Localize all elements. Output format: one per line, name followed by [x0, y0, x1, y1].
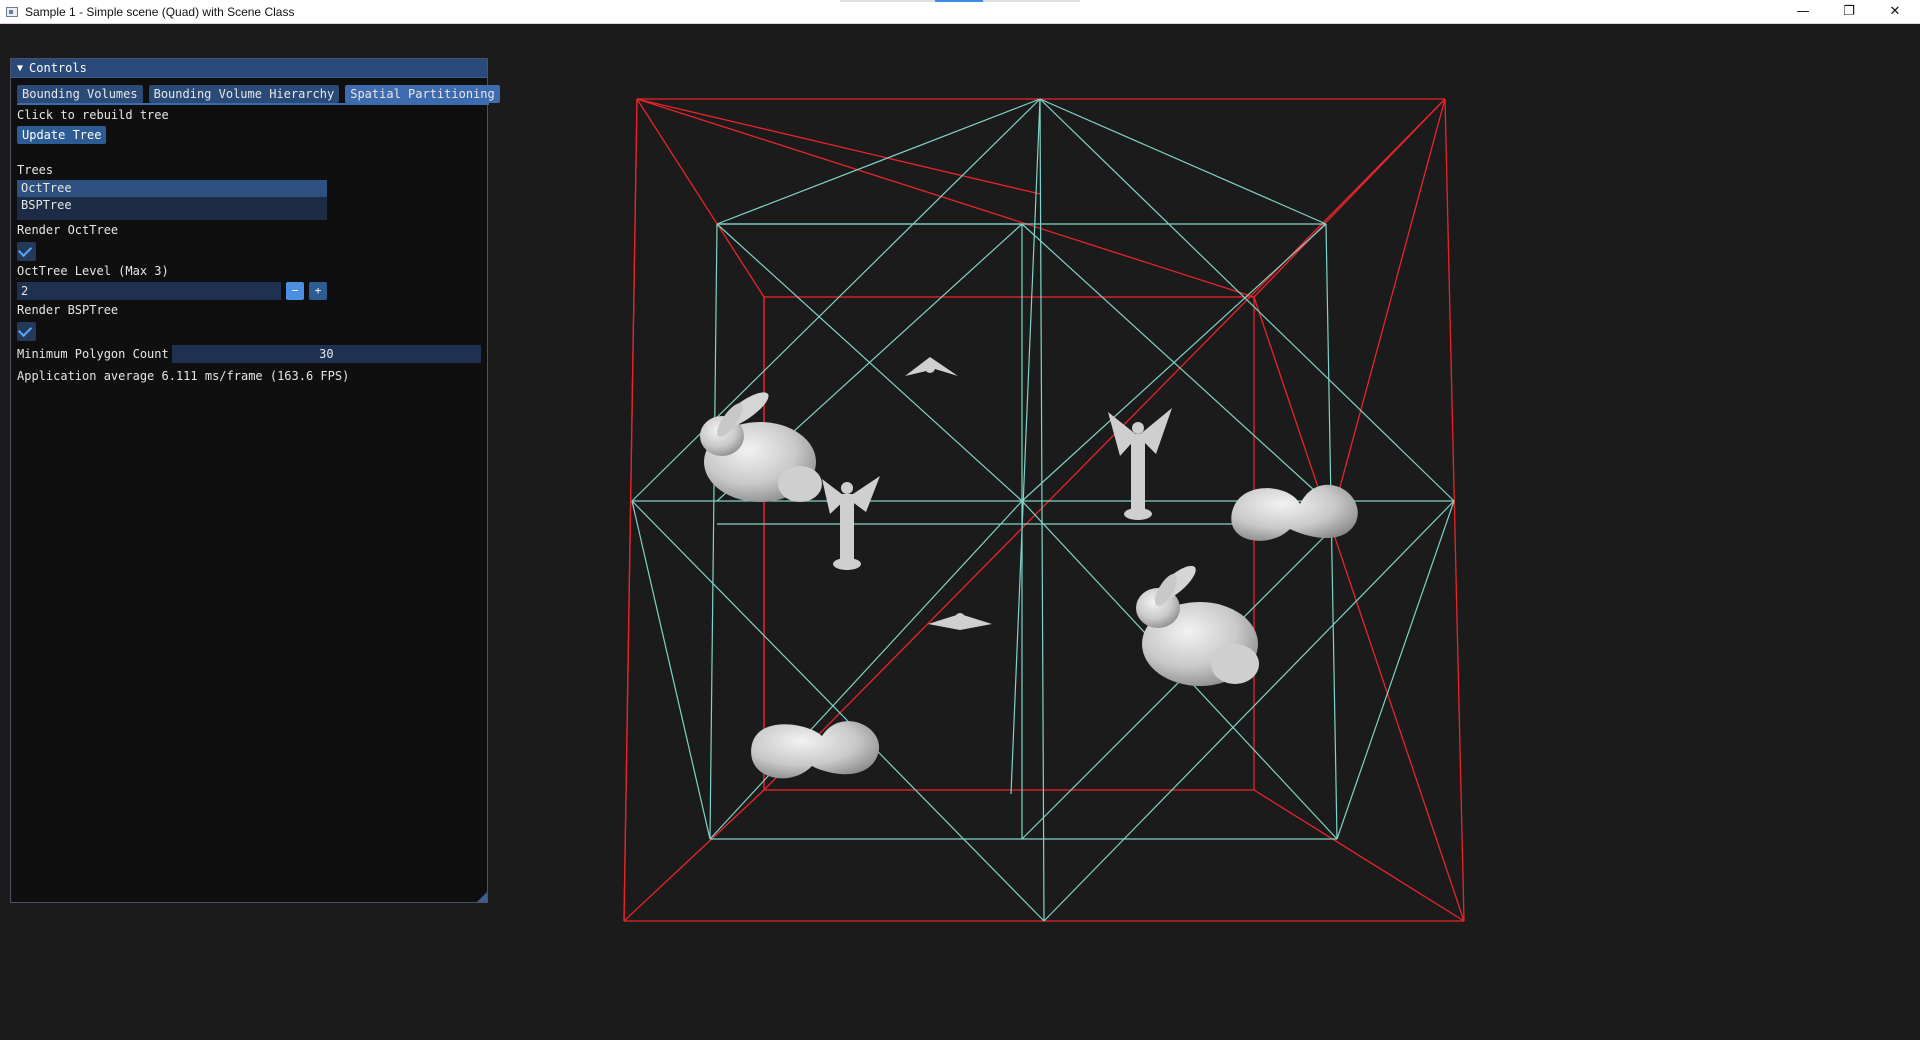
close-button[interactable]: ✕	[1872, 0, 1918, 23]
tab-underline	[17, 103, 489, 105]
render-viewport[interactable]: ▼ Controls Bounding Volumes Bounding Vol…	[0, 24, 1920, 1040]
controls-window[interactable]: ▼ Controls Bounding Volumes Bounding Vol…	[10, 58, 500, 903]
stats-text: Application average 6.111 ms/frame (163.…	[17, 369, 350, 383]
angel-statue	[1108, 408, 1172, 520]
render-bsptree-checkbox[interactable]	[17, 322, 36, 341]
small-creature	[905, 357, 958, 376]
controls-body: Bounding Volumes Bounding Volume Hierarc…	[11, 85, 500, 384]
resize-grip[interactable]	[477, 892, 487, 902]
list-item-octtree[interactable]: OctTree	[17, 180, 327, 197]
increment-button[interactable]: +	[309, 282, 327, 300]
rebuild-hint: Click to rebuild tree	[17, 108, 169, 122]
tab-bar: Bounding Volumes Bounding Volume Hierarc…	[17, 85, 500, 103]
tab-bounding-volume-hierarchy[interactable]: Bounding Volume Hierarchy	[148, 85, 340, 103]
render-octtree-label: Render OctTree	[17, 223, 119, 237]
decrement-button[interactable]: −	[286, 282, 304, 300]
trees-listbox[interactable]: OctTree BSPTree	[17, 180, 327, 220]
minimize-icon: —	[1796, 4, 1810, 19]
min-polygon-slider[interactable]: 30	[171, 345, 481, 363]
octtree-level-input[interactable]: 2	[17, 282, 281, 300]
list-item-bsptree[interactable]: BSPTree	[17, 197, 327, 214]
octtree-level-row: 2 − +	[17, 282, 481, 300]
render-bsptree-label: Render BSPTree	[17, 303, 119, 317]
app-icon	[6, 6, 18, 17]
collapse-triangle-icon[interactable]: ▼	[17, 63, 23, 74]
bunny-model	[1136, 565, 1259, 686]
min-polygon-row: Minimum Polygon Count 30	[17, 345, 481, 363]
check-icon	[17, 322, 33, 338]
octtree-level-label: OctTree Level (Max 3)	[17, 264, 169, 278]
trees-label: Trees	[17, 163, 54, 177]
restore-icon: ❐	[1843, 4, 1855, 19]
bunny-model	[700, 392, 822, 502]
angel-statue	[822, 476, 880, 570]
restore-button[interactable]: ❐	[1826, 0, 1872, 23]
close-icon: ✕	[1889, 4, 1901, 19]
title-progress-fill	[935, 0, 983, 2]
tab-spatial-partitioning[interactable]: Spatial Partitioning	[345, 85, 500, 103]
controls-header[interactable]: ▼ Controls	[11, 59, 487, 78]
render-octtree-checkbox[interactable]	[17, 242, 36, 261]
title-bar: Sample 1 - Simple scene (Quad) with Scen…	[0, 0, 1920, 24]
window-title: Sample 1 - Simple scene (Quad) with Scen…	[25, 4, 295, 19]
minimize-button[interactable]: —	[1780, 0, 1826, 23]
title-progress-indicator	[840, 0, 1080, 2]
update-tree-button[interactable]: Update Tree	[17, 126, 107, 144]
check-icon	[17, 242, 33, 258]
blob-shape	[1231, 484, 1358, 541]
controls-title: Controls	[29, 61, 87, 75]
small-creature	[928, 613, 992, 630]
tab-bounding-volumes[interactable]: Bounding Volumes	[17, 85, 143, 103]
blob-shape	[751, 721, 880, 779]
min-polygon-label: Minimum Polygon Count	[17, 347, 169, 361]
